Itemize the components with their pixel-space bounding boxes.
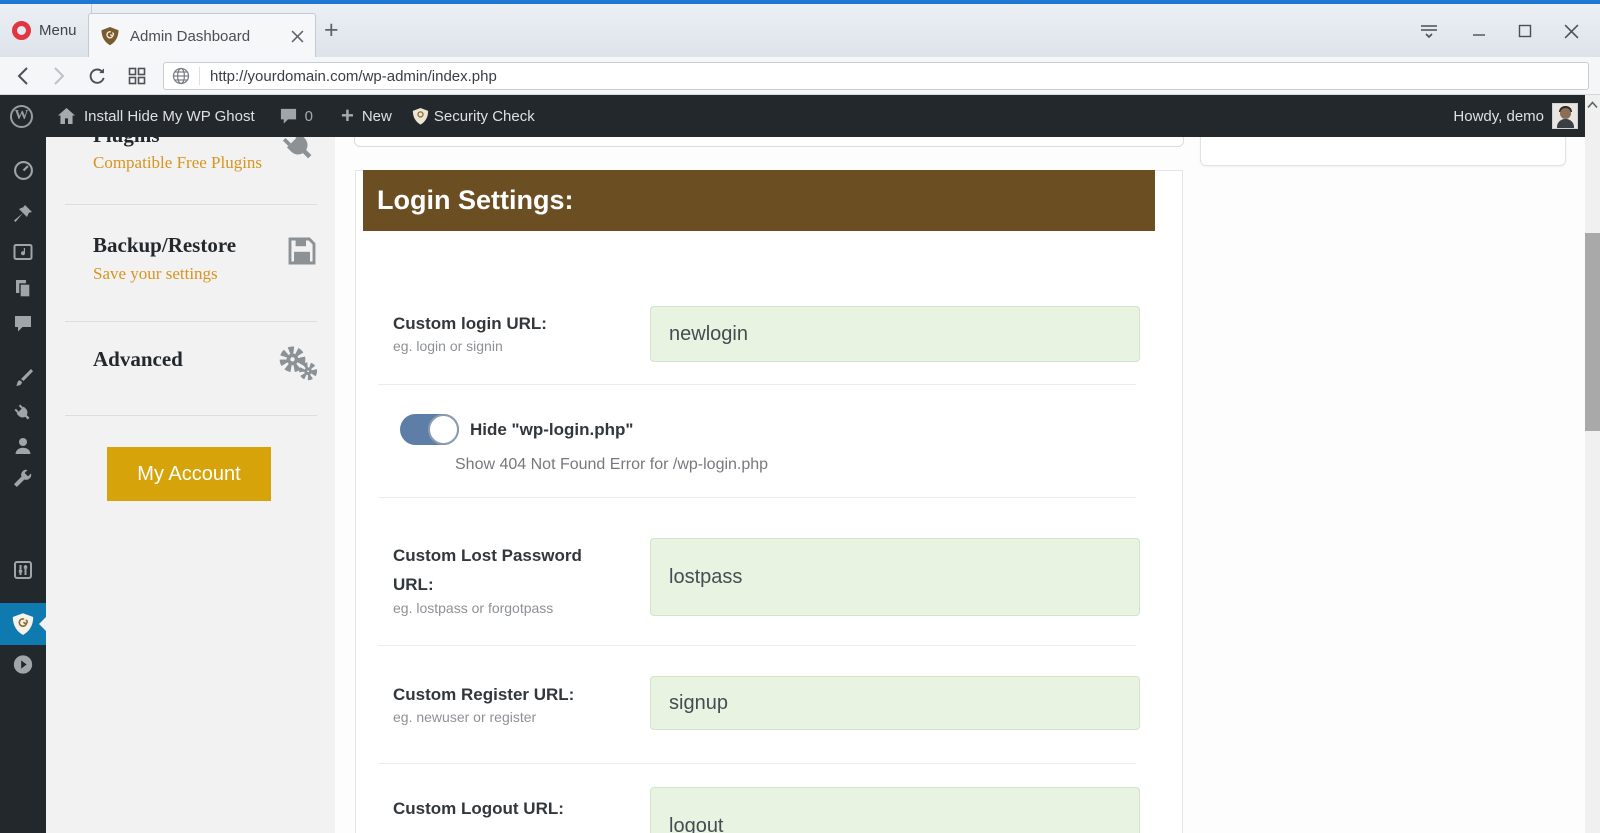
speed-dial-icon[interactable]	[126, 65, 148, 87]
wp-admin-bar: W Install Hide My WP Ghost 0 + New Secur…	[0, 95, 1585, 137]
custom-lostpass-url-input[interactable]	[650, 538, 1140, 616]
scrollbar-up-icon[interactable]	[1587, 101, 1598, 109]
back-button[interactable]	[12, 65, 34, 87]
plug-icon	[280, 137, 318, 165]
menu-button-label: Menu	[39, 22, 77, 39]
login-settings-panel	[355, 170, 1183, 833]
wordpress-logo-icon[interactable]: W	[10, 105, 33, 128]
wp-admin-menu-rail	[0, 137, 46, 833]
custom-login-url-hint: eg. login or signin	[393, 338, 503, 354]
sidebar-item-advanced[interactable]: Advanced	[93, 347, 183, 372]
toggle-knob	[428, 414, 459, 445]
sidebar-item-plugins[interactable]: Plugins	[93, 137, 160, 148]
browser-toolbar: http://yourdomain.com/wp-admin/index.php	[0, 57, 1600, 95]
hide-wp-login-toggle[interactable]	[400, 414, 459, 445]
plugin-settings-sidebar: Plugins Compatible Free Plugins Backup/R…	[46, 137, 335, 833]
browser-tab[interactable]: Admin Dashboard	[88, 13, 316, 58]
collapse-menu-icon[interactable]	[12, 653, 34, 675]
custom-logout-url-label: Custom Logout URL:	[393, 794, 564, 823]
comments-icon[interactable]	[12, 312, 34, 334]
hide-wp-login-description: Show 404 Not Found Error for /wp-login.p…	[455, 456, 768, 474]
row-divider	[378, 497, 1136, 498]
home-icon[interactable]	[57, 107, 76, 125]
admin-bar-site-name[interactable]: Install Hide My WP Ghost	[84, 108, 255, 125]
sidebar-divider	[65, 321, 317, 322]
hide-wp-login-label: Hide "wp-login.php"	[470, 420, 633, 440]
sidebar-item-backup-restore[interactable]: Backup/Restore	[93, 233, 236, 258]
sidebar-divider	[65, 204, 317, 205]
users-icon[interactable]	[12, 435, 34, 457]
row-divider	[378, 763, 1136, 764]
custom-lostpass-url-label: Custom Lost Password URL:	[393, 541, 611, 599]
media-icon[interactable]	[12, 241, 34, 263]
tab-close-icon[interactable]	[291, 30, 304, 43]
avatar-body	[1557, 119, 1574, 129]
window-close-button[interactable]	[1560, 20, 1582, 42]
sidebar-backup-subtitle[interactable]: Save your settings	[93, 264, 218, 284]
opera-menu-button[interactable]: Menu	[0, 4, 92, 57]
sidebar-divider	[65, 415, 317, 416]
custom-register-url-input[interactable]	[650, 676, 1140, 730]
side-panel-bottom	[1200, 137, 1566, 166]
url-text[interactable]: http://yourdomain.com/wp-admin/index.php	[210, 68, 497, 85]
scrollbar-thumb[interactable]	[1585, 233, 1600, 431]
settings-icon[interactable]	[12, 559, 34, 581]
sidebar-plugins-subtitle[interactable]: Compatible Free Plugins	[93, 153, 262, 173]
forward-button[interactable]	[48, 65, 70, 87]
appearance-brush-icon[interactable]	[12, 366, 34, 388]
main-content: Login Settings: Custom login URL: eg. lo…	[335, 137, 1585, 833]
row-divider	[378, 384, 1136, 385]
custom-logout-url-input[interactable]	[650, 787, 1140, 833]
gears-icon	[276, 341, 320, 385]
panel-title: Login Settings:	[363, 170, 1155, 231]
custom-lostpass-url-hint: eg. lostpass or forgotpass	[393, 600, 553, 616]
maximize-button[interactable]	[1514, 20, 1536, 42]
new-tab-button[interactable]: +	[324, 19, 339, 41]
custom-register-url-hint: eg. newuser or register	[393, 709, 536, 725]
admin-bar-new[interactable]: New	[362, 108, 392, 125]
save-floppy-icon	[286, 235, 318, 267]
row-divider	[378, 645, 1136, 646]
user-avatar[interactable]	[1552, 103, 1578, 129]
minimize-button[interactable]	[1468, 20, 1490, 42]
security-check-shield-icon[interactable]	[412, 107, 429, 126]
address-bar[interactable]: http://yourdomain.com/wp-admin/index.php	[163, 62, 1589, 90]
custom-login-url-label: Custom login URL:	[393, 309, 547, 338]
tab-title: Admin Dashboard	[130, 28, 281, 45]
previous-panel-bottom	[354, 137, 1184, 147]
howdy-label[interactable]: Howdy, demo	[1453, 108, 1544, 125]
tools-wrench-icon[interactable]	[12, 467, 34, 489]
dashboard-icon[interactable]	[12, 159, 34, 181]
avatar-face	[1560, 108, 1571, 119]
tab-favicon-shield-icon	[100, 26, 120, 46]
plugins-icon[interactable]	[12, 402, 34, 424]
reload-button[interactable]	[86, 65, 108, 87]
browser-tab-bar: Menu Admin Dashboard +	[0, 4, 1600, 57]
security-check-label[interactable]: Security Check	[434, 108, 535, 125]
my-account-button[interactable]: My Account	[107, 447, 271, 501]
globe-icon[interactable]	[172, 67, 190, 85]
pages-icon[interactable]	[12, 277, 34, 299]
opera-logo-icon	[12, 21, 31, 40]
address-bar-divider	[199, 67, 200, 85]
comments-bubble-icon[interactable]	[279, 107, 298, 125]
plus-icon[interactable]: +	[341, 108, 354, 124]
custom-register-url-label: Custom Register URL:	[393, 680, 574, 709]
tab-menu-icon[interactable]	[1418, 20, 1440, 42]
ghost-shield-icon	[11, 612, 35, 636]
posts-pin-icon[interactable]	[12, 203, 34, 225]
sidebar-item-hide-my-wp-active[interactable]	[0, 603, 46, 645]
page-scrollbar[interactable]	[1585, 95, 1600, 833]
comment-count: 0	[305, 108, 313, 125]
custom-login-url-input[interactable]	[650, 306, 1140, 362]
